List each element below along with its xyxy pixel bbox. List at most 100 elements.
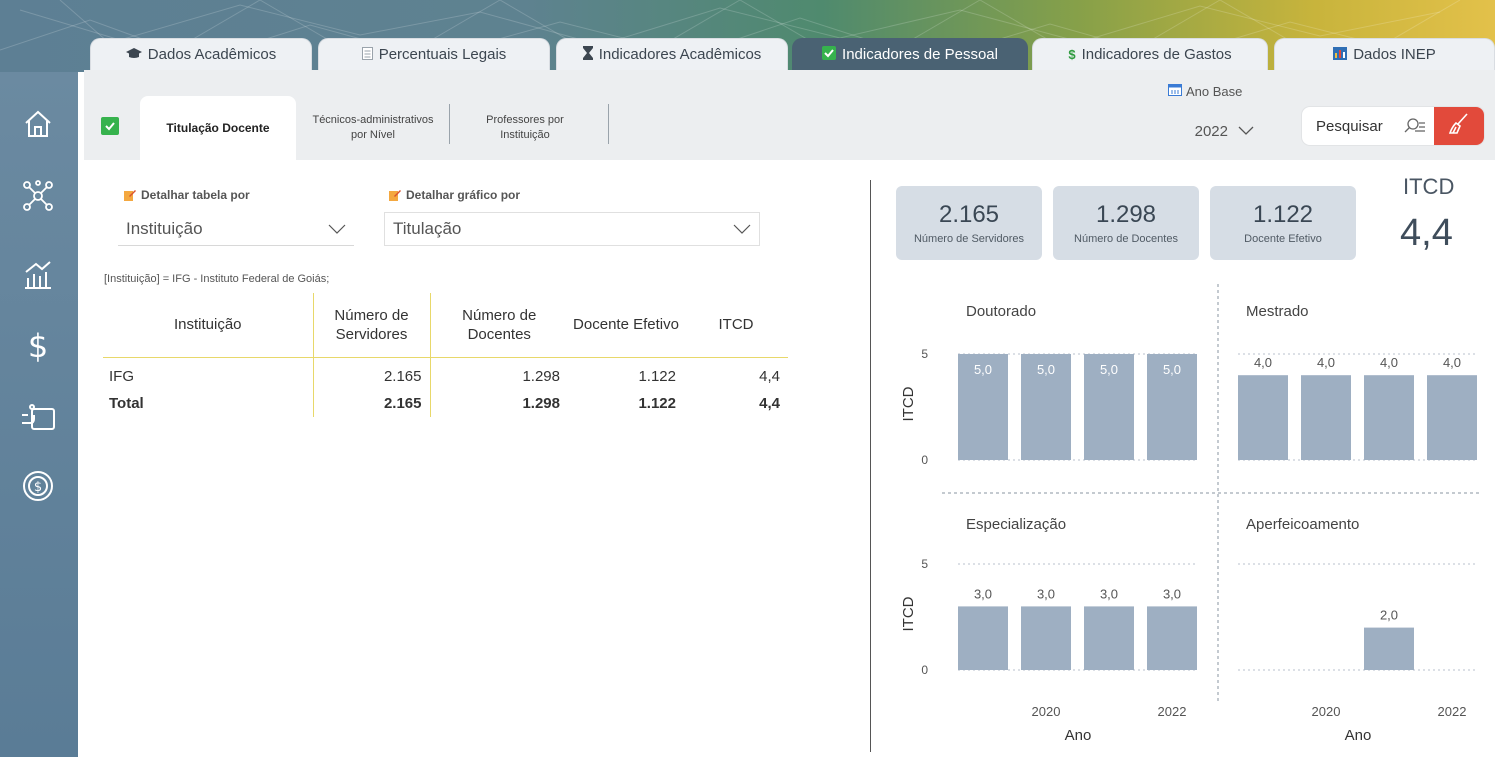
data-label: 4,0 xyxy=(1443,355,1461,370)
hourglass-icon xyxy=(582,46,593,63)
table-cell: 1.298 xyxy=(522,395,560,412)
clear-filters-button[interactable] xyxy=(1434,107,1484,145)
tab-indicadores-academicos[interactable]: Indicadores Acadêmicos xyxy=(556,38,788,70)
column-header[interactable]: ITCD xyxy=(684,293,788,358)
tab-indicadores-de-gastos[interactable]: $ Indicadores de Gastos xyxy=(1032,38,1268,70)
y-axis-label: ITCD xyxy=(900,596,917,631)
data-label: 5,0 xyxy=(1037,362,1055,377)
chart-bar xyxy=(1364,627,1414,670)
tab-label: Dados Acadêmicos xyxy=(147,46,277,63)
detalhar-grafico-label: Detalhar gráfico por xyxy=(389,188,520,202)
table-cell: Total xyxy=(103,390,314,417)
subtab-tecnicos-administrativos[interactable]: Técnicos-administrativos por Nível xyxy=(298,96,448,160)
column-header[interactable]: Instituição xyxy=(103,293,314,358)
document-icon xyxy=(361,46,373,63)
kpi-value: 2.165 xyxy=(938,201,1000,228)
table-row[interactable]: IFG 2.165 1.298 1.122 4,4 xyxy=(103,363,788,390)
data-label: 3,0 xyxy=(974,586,992,601)
table-cell: 2.165 xyxy=(313,363,431,390)
itcd-title: ITCD xyxy=(1403,174,1455,199)
kpi-label: Número de Docentes xyxy=(1074,233,1178,245)
x-tick-label: 2020 xyxy=(1032,704,1061,719)
y-axis-label: ITCD xyxy=(900,386,917,421)
kpi-card-servidores[interactable]: 2.165 Número de Servidores xyxy=(896,186,1042,260)
detalhar-tabela-dropdown[interactable]: Instituição xyxy=(118,212,354,246)
tab-label: Indicadores Acadêmicos xyxy=(598,46,762,63)
checkbox-icon xyxy=(822,46,837,63)
tab-dados-academicos[interactable]: Dados Acadêmicos xyxy=(90,38,312,70)
home-icon[interactable] xyxy=(14,100,62,148)
edit-pen-icon xyxy=(124,189,136,201)
hand-card-icon[interactable] xyxy=(14,394,62,442)
detalhar-tabela-label: Detalhar tabela por xyxy=(124,188,250,202)
ano-base-value: 2022 xyxy=(1194,122,1228,140)
data-label: 4,0 xyxy=(1380,355,1398,370)
search-bar: Pesquisar xyxy=(1302,107,1484,145)
chart-bar xyxy=(1021,606,1071,670)
itcd-value: 4,4 xyxy=(1400,212,1453,254)
tab-label: Indicadores de Pessoal xyxy=(842,46,998,63)
table-cell: IFG xyxy=(103,363,314,390)
table-header-row: Instituição Número de Servidores Número … xyxy=(103,293,788,358)
tab-indicadores-de-pessoal[interactable]: Indicadores de Pessoal xyxy=(792,38,1028,70)
subtab-label-line2: Instituição xyxy=(500,129,550,141)
facet-title: Mestrado xyxy=(1246,303,1309,320)
data-label: 3,0 xyxy=(1100,586,1118,601)
chevron-down-icon xyxy=(1238,123,1254,140)
chart-bar xyxy=(1301,375,1351,460)
panel-divider xyxy=(870,180,871,752)
calendar-icon xyxy=(1168,83,1182,99)
ano-base-text: Ano Base xyxy=(1186,83,1243,99)
left-nav-rail: $ $ xyxy=(0,72,78,757)
table-cell: 4,4 xyxy=(759,368,780,385)
x-axis-label: Ano xyxy=(1345,727,1372,744)
detalhar-tabela-value: Instituição xyxy=(126,218,203,238)
dollar-sign-icon[interactable]: $ xyxy=(14,322,62,370)
tab-percentuais-legais[interactable]: Percentuais Legais xyxy=(318,38,550,70)
kpi-label: Docente Efetivo xyxy=(1244,233,1322,245)
x-tick-label: 2022 xyxy=(1438,704,1467,719)
column-header[interactable]: Docente Efetivo xyxy=(568,293,684,358)
data-label: 5,0 xyxy=(1100,362,1118,377)
chart-bar xyxy=(1147,606,1197,670)
currency-cycle-icon[interactable]: $ xyxy=(14,462,62,510)
search-button[interactable]: Pesquisar xyxy=(1302,118,1402,135)
facet-title: Doutorado xyxy=(966,303,1036,320)
ano-base-dropdown[interactable]: 2022 xyxy=(1172,118,1258,144)
kpi-card-docentes[interactable]: 1.298 Número de Docentes xyxy=(1053,186,1199,260)
facet-title: Aperfeicoamento xyxy=(1246,516,1359,533)
y-tick-label: 0 xyxy=(921,663,928,677)
main-tabs: Dados Acadêmicos Percentuais Legais Indi… xyxy=(84,38,1495,70)
chart-bar xyxy=(1084,606,1134,670)
chevron-down-icon xyxy=(733,219,751,239)
y-tick-label: 5 xyxy=(921,557,928,571)
broom-icon xyxy=(1447,112,1471,141)
x-tick-label: 2020 xyxy=(1312,704,1341,719)
subtab-label-line1: Professores por xyxy=(486,114,564,126)
bar-chart-icon xyxy=(1333,46,1348,63)
subtab-professores-por-instituicao[interactable]: Professores por Instituição xyxy=(450,96,600,160)
detalhar-grafico-value: Titulação xyxy=(393,219,462,238)
kpi-value: 1.122 xyxy=(1252,201,1314,228)
search-list-icon[interactable] xyxy=(1402,118,1428,134)
kpi-card-docente-efetivo[interactable]: 1.122 Docente Efetivo xyxy=(1210,186,1356,260)
data-label: 3,0 xyxy=(1037,586,1055,601)
table-total-row[interactable]: Total 2.165 1.298 1.122 4,4 xyxy=(103,390,788,417)
column-header[interactable]: Número de Docentes xyxy=(430,293,568,358)
subtab-titulacao-docente[interactable]: Titulação Docente xyxy=(140,96,296,160)
column-header[interactable]: Número de Servidores xyxy=(313,293,431,358)
network-icon[interactable] xyxy=(14,172,62,220)
data-label: 3,0 xyxy=(1163,586,1181,601)
growth-chart-icon[interactable] xyxy=(14,250,62,298)
tab-dados-inep[interactable]: Dados INEP xyxy=(1274,38,1495,70)
table-cell: 1.122 xyxy=(638,395,676,412)
tab-label: Dados INEP xyxy=(1353,46,1436,63)
chart-bar xyxy=(1427,375,1477,460)
subtab-label: Titulação Docente xyxy=(166,120,270,135)
detalhar-tabela-text: Detalhar tabela por xyxy=(141,188,250,202)
check-icon xyxy=(101,117,119,135)
dollar-icon: $ xyxy=(1068,47,1076,62)
tab-label: Indicadores de Gastos xyxy=(1081,46,1232,63)
data-label: 2,0 xyxy=(1380,608,1398,623)
detalhar-grafico-dropdown[interactable]: Titulação xyxy=(384,212,760,246)
